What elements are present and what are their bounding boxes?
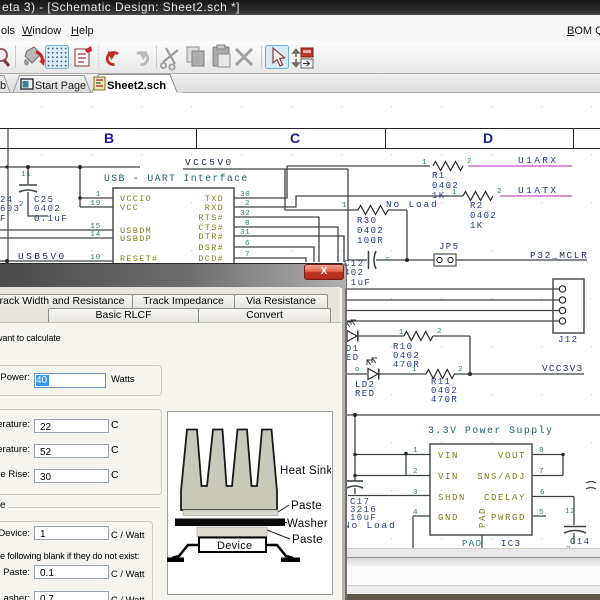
svg-text:30: 30	[240, 191, 251, 199]
svg-text:RTS#: RTS#	[198, 213, 224, 223]
svg-text:1: 1	[412, 366, 417, 374]
svg-text:GND: GND	[438, 513, 459, 523]
svg-text:o: o	[355, 366, 360, 374]
svg-text:8: 8	[245, 220, 250, 228]
svg-text:≈: ≈	[385, 256, 390, 264]
svg-text:Heat Sink: Heat Sink	[280, 465, 331, 477]
svg-text:2: 2	[19, 201, 24, 209]
svg-text:Device: Device	[217, 540, 252, 552]
svg-text:1: 1	[399, 329, 404, 337]
svg-text:C: C	[290, 130, 300, 146]
svg-text:2: 2	[413, 468, 418, 476]
svg-text:RED: RED	[355, 389, 375, 399]
svg-text:P32_MCLR: P32_MCLR	[530, 250, 588, 261]
svg-text:1: 1	[413, 447, 418, 455]
svg-text:1K: 1K	[470, 221, 484, 231]
svg-text:R2: R2	[470, 201, 484, 211]
svg-text:470R: 470R	[431, 395, 458, 405]
svg-text:2: 2	[245, 200, 250, 208]
svg-text:R30: R30	[357, 216, 377, 226]
svg-text:1: 1	[452, 189, 457, 197]
svg-text:VCC5V0: VCC5V0	[185, 157, 234, 168]
svg-text:DSR#: DSR#	[198, 243, 224, 253]
svg-text:C14: C14	[570, 537, 590, 547]
svg-text:PWRGD: PWRGD	[491, 513, 526, 523]
svg-text:Sheet2.sch: Sheet2.sch	[107, 80, 166, 92]
svg-text:32: 32	[240, 210, 251, 218]
svg-text:RXD: RXD	[205, 203, 224, 213]
svg-text:U1ATX: U1ATX	[518, 185, 559, 196]
svg-text:2: 2	[497, 188, 502, 196]
svg-text:19: 19	[90, 200, 101, 208]
svg-text:0402: 0402	[470, 211, 497, 221]
svg-text:PAD: PAD	[478, 507, 488, 528]
svg-text:2: 2	[458, 366, 463, 374]
svg-text:0.1uF: 0.1uF	[34, 214, 68, 224]
svg-text:10uF: 10uF	[350, 513, 377, 523]
svg-text:1: 1	[342, 202, 347, 210]
svg-text:B: B	[104, 130, 114, 146]
svg-text:7: 7	[539, 468, 544, 476]
svg-text:14: 14	[90, 231, 101, 239]
svg-text:2: 2	[437, 328, 442, 336]
svg-text:U1ARX: U1ARX	[518, 155, 559, 166]
svg-text:0402: 0402	[357, 226, 384, 236]
svg-text:R1: R1	[432, 171, 446, 181]
svg-text:Paste: Paste	[292, 534, 323, 546]
svg-text:11: 11	[21, 171, 32, 179]
svg-text:JP5: JP5	[439, 242, 459, 252]
svg-text:J12: J12	[558, 335, 578, 345]
svg-text:.1uF: .1uF	[344, 278, 371, 288]
svg-text:VIN: VIN	[438, 451, 459, 461]
svg-text:402: 402	[344, 268, 364, 278]
svg-text:VOUT: VOUT	[498, 451, 526, 461]
svg-text:Washer: Washer	[287, 518, 328, 530]
svg-text:0402: 0402	[34, 204, 61, 214]
svg-text:USB - UART Interface: USB - UART Interface	[104, 173, 249, 184]
svg-text:3: 3	[413, 489, 418, 497]
svg-text:USBDP: USBDP	[120, 234, 152, 244]
svg-text:6: 6	[245, 240, 250, 248]
svg-text:CDELAY: CDELAY	[484, 493, 526, 503]
svg-text:1: 1	[422, 159, 427, 167]
svg-text:5: 5	[539, 509, 544, 517]
svg-text:603: 603	[0, 204, 20, 214]
svg-text:31: 31	[240, 229, 251, 237]
svg-text:1K: 1K	[432, 191, 446, 201]
svg-text:3.3V Power Supply: 3.3V Power Supply	[428, 425, 553, 436]
svg-text:VCC: VCC	[120, 203, 139, 213]
svg-text:100R: 100R	[357, 236, 384, 246]
svg-text:4: 4	[413, 509, 418, 517]
svg-text:No Load: No Load	[386, 199, 439, 210]
svg-text:15: 15	[90, 223, 101, 231]
svg-text:8: 8	[539, 447, 544, 455]
svg-text:D: D	[483, 130, 493, 146]
svg-text:12: 12	[565, 508, 576, 516]
svg-text:VCC3V3: VCC3V3	[542, 363, 583, 374]
svg-text:Start Page: Start Page	[35, 80, 86, 92]
svg-text:VIN: VIN	[438, 472, 459, 482]
svg-text:7: 7	[245, 251, 250, 259]
svg-text:1: 1	[96, 191, 101, 199]
svg-text:SNS/ADJ: SNS/ADJ	[477, 472, 526, 482]
svg-text:2: 2	[467, 158, 472, 166]
svg-text:F: F	[0, 214, 7, 224]
svg-text:b: b	[0, 80, 6, 92]
svg-text:6: 6	[540, 489, 545, 497]
svg-text:Paste: Paste	[291, 500, 322, 512]
svg-text:DTR#: DTR#	[198, 232, 224, 242]
svg-text:SHDN: SHDN	[438, 493, 466, 503]
